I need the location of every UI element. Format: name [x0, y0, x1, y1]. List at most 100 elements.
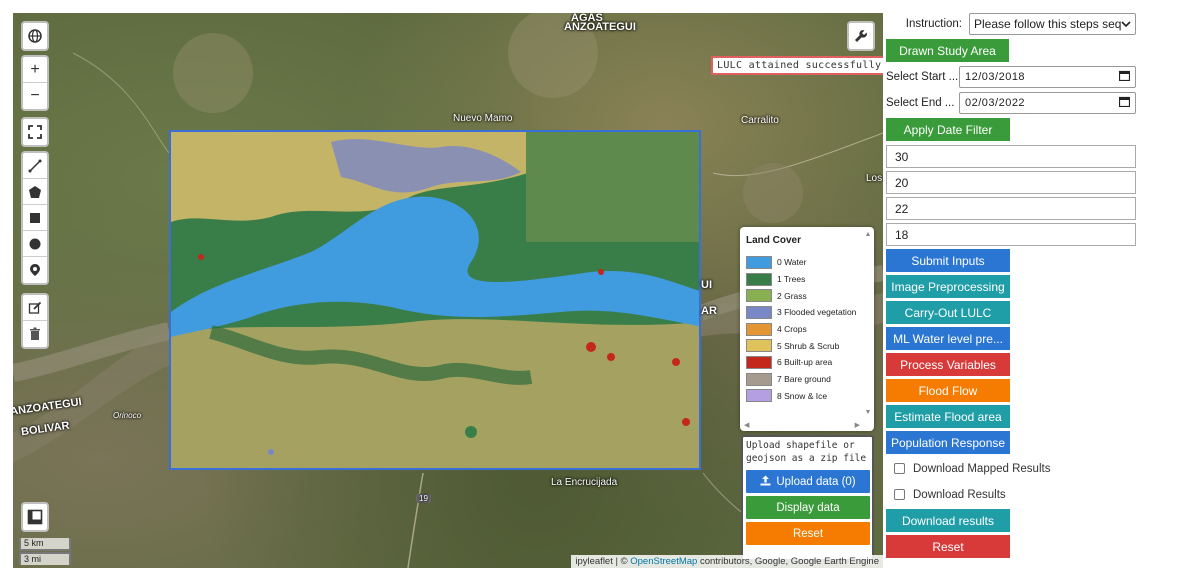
draw-marker-icon[interactable]: [23, 257, 47, 283]
upload-instructions: Upload shapefile or geojson as a zip fil…: [746, 440, 867, 464]
legend-label: 3 Flooded vegetation: [777, 307, 857, 318]
legend-horizontal-scrollbar[interactable]: ◀ ▶: [744, 421, 860, 429]
draw-rectangle-icon[interactable]: [23, 205, 47, 231]
download-mapped-checkbox[interactable]: [894, 463, 905, 474]
zoom-in-button[interactable]: +: [23, 57, 47, 83]
legend-label: 4 Crops: [777, 324, 807, 335]
legend-item: 2 Grass: [746, 287, 868, 304]
instruction-value: Please follow this steps sequen: [974, 17, 1121, 31]
town-label-carralito: Carralito: [741, 115, 779, 126]
flood-flow-button[interactable]: Flood Flow: [886, 379, 1010, 402]
legend-label: 1 Trees: [777, 274, 806, 285]
edit-toolbar[interactable]: [21, 293, 49, 349]
calendar-icon[interactable]: [1118, 70, 1131, 84]
apply-date-filter-button[interactable]: Apply Date Filter: [886, 118, 1010, 141]
end-date-row: Select End ... 02/03/2022: [886, 90, 1136, 116]
end-date-label: Select End ...: [886, 97, 955, 109]
region-label-right-2: AR: [701, 305, 717, 317]
submit-inputs-button[interactable]: Submit Inputs: [886, 249, 1010, 272]
input-field-4[interactable]: 18: [886, 223, 1136, 246]
upload-icon: [760, 475, 771, 489]
control-panel: Instruction: Please follow this steps se…: [886, 11, 1136, 558]
download-mapped-results-option[interactable]: Download Mapped Results: [886, 457, 1136, 480]
download-results-label: Download Results: [913, 488, 1006, 501]
layers-icon[interactable]: [23, 504, 47, 530]
draw-polygon-icon[interactable]: [23, 179, 47, 205]
process-variables-button[interactable]: Process Variables: [886, 353, 1010, 376]
fullscreen-icon[interactable]: [23, 119, 47, 145]
draw-polyline-icon[interactable]: [23, 153, 47, 179]
map-view[interactable]: AGAS ANZOATEGUI ANZOATEGUI BOLIVAR Orino…: [13, 13, 883, 568]
legend-item: 8 Snow & Ice: [746, 388, 868, 405]
edit-layers-icon[interactable]: [23, 295, 47, 321]
map-attribution: ipyleaflet | © OpenStreetMap contributor…: [571, 555, 883, 568]
legend-swatch: [746, 272, 772, 286]
land-cover-legend[interactable]: Land Cover 0 Water 1 Trees 2 Grass 3 Floode…: [740, 227, 874, 431]
download-results-option[interactable]: Download Results: [886, 483, 1136, 506]
chevron-down-icon: [1121, 17, 1131, 31]
legend-label: 7 Bare ground: [777, 374, 831, 385]
scroll-left-icon: ◀: [744, 422, 750, 429]
legend-swatch: [746, 389, 772, 403]
basemap-control[interactable]: [21, 21, 49, 51]
instruction-dropdown[interactable]: Please follow this steps sequen: [969, 13, 1136, 35]
toolbar-control[interactable]: [847, 21, 875, 51]
zoom-out-button[interactable]: −: [23, 83, 47, 109]
upload-panel: Upload shapefile or geojson as a zip fil…: [741, 435, 874, 561]
attribution-suffix: contributors, Google, Google Earth Engin…: [699, 556, 879, 567]
layer-control[interactable]: [21, 502, 49, 532]
legend-item: 1 Trees: [746, 271, 868, 288]
download-mapped-label: Download Mapped Results: [913, 462, 1051, 475]
legend-swatch: [746, 355, 772, 369]
input-field-1[interactable]: 30: [886, 145, 1136, 168]
map-reset-button[interactable]: Reset: [746, 522, 870, 545]
input-field-2[interactable]: 20: [886, 171, 1136, 194]
zoom-control[interactable]: + −: [21, 55, 49, 111]
draw-circle-icon[interactable]: [23, 231, 47, 257]
calendar-icon[interactable]: [1118, 96, 1131, 110]
estimate-flood-area-button[interactable]: Estimate Flood area: [886, 405, 1010, 428]
lulc-status-message: LULC attained successfully: [711, 56, 883, 75]
legend-swatch: [746, 372, 772, 386]
wrench-icon[interactable]: [849, 23, 873, 49]
end-date-input[interactable]: 02/03/2022: [959, 92, 1136, 114]
start-date-input[interactable]: 12/03/2018: [959, 66, 1136, 88]
download-results-button[interactable]: Download results: [886, 509, 1010, 532]
panel-reset-button[interactable]: Reset: [886, 535, 1010, 558]
legend-label: 0 Water: [777, 257, 807, 268]
scroll-up-icon: ▲: [864, 231, 872, 238]
legend-item: 0 Water: [746, 254, 868, 271]
legend-label: 6 Built-up area: [777, 357, 833, 368]
legend-item: 7 Bare ground: [746, 371, 868, 388]
legend-label: 5 Shrub & Scrub: [777, 340, 840, 351]
scale-bar: 5 km 3 mi: [19, 538, 71, 565]
fullscreen-control[interactable]: [21, 117, 49, 147]
display-data-button[interactable]: Display data: [746, 496, 870, 519]
download-results-checkbox[interactable]: [894, 489, 905, 500]
carry-out-lulc-button[interactable]: Carry-Out LULC: [886, 301, 1010, 324]
attribution-prefix: ipyleaflet | ©: [575, 556, 628, 567]
scale-mi: 3 mi: [19, 552, 71, 565]
legend-swatch: [746, 322, 772, 336]
legend-item: 5 Shrub & Scrub: [746, 337, 868, 354]
instruction-row: Instruction: Please follow this steps se…: [886, 11, 1136, 37]
road-marker-19: 19: [416, 494, 431, 503]
image-preprocessing-button[interactable]: Image Preprocessing: [886, 275, 1010, 298]
river-label-orinoco: Orinoco: [113, 411, 142, 420]
legend-vertical-scrollbar[interactable]: ▲ ▼: [864, 231, 872, 416]
legend-swatch: [746, 289, 772, 303]
legend-items: 0 Water 1 Trees 2 Grass 3 Flooded vegetatio…: [746, 254, 868, 404]
population-response-button[interactable]: Population Response: [886, 431, 1010, 454]
upload-data-button[interactable]: Upload data (0): [746, 470, 870, 493]
globe-icon[interactable]: [23, 23, 47, 49]
end-date-value: 02/03/2022: [965, 97, 1026, 109]
region-label-right-1: UI: [701, 279, 712, 291]
draw-toolbar[interactable]: [21, 151, 49, 285]
legend-item: 4 Crops: [746, 321, 868, 338]
openstreetmap-link[interactable]: OpenStreetMap: [630, 556, 697, 567]
trash-icon[interactable]: [23, 321, 47, 347]
study-area-lulc-overlay[interactable]: [169, 130, 701, 470]
drawn-study-area-button[interactable]: Drawn Study Area: [886, 39, 1009, 62]
ml-water-level-button[interactable]: ML Water level pre...: [886, 327, 1010, 350]
input-field-3[interactable]: 22: [886, 197, 1136, 220]
